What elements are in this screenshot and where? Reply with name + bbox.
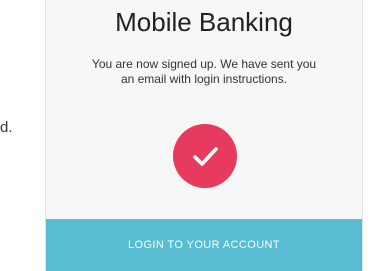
confirmation-message-line-1: You are now signed up. We have sent you (91, 57, 317, 71)
confirmation-message: You are now signed up. We have sent you … (64, 57, 344, 87)
confirmation-message-line-2: an email with login instructions. (120, 72, 288, 86)
signup-confirmation-screen: Mobile Banking You are now signed up. We… (45, 0, 363, 271)
app-title: Mobile Banking (115, 7, 293, 37)
login-button-label: LOGIN TO YOUR ACCOUNT (127, 239, 281, 251)
background-text-fragment: d. (0, 119, 13, 136)
checkmark-icon (193, 147, 218, 166)
login-to-account-button[interactable]: LOGIN TO YOUR ACCOUNT (46, 219, 362, 271)
success-checkmark-badge (173, 124, 237, 188)
